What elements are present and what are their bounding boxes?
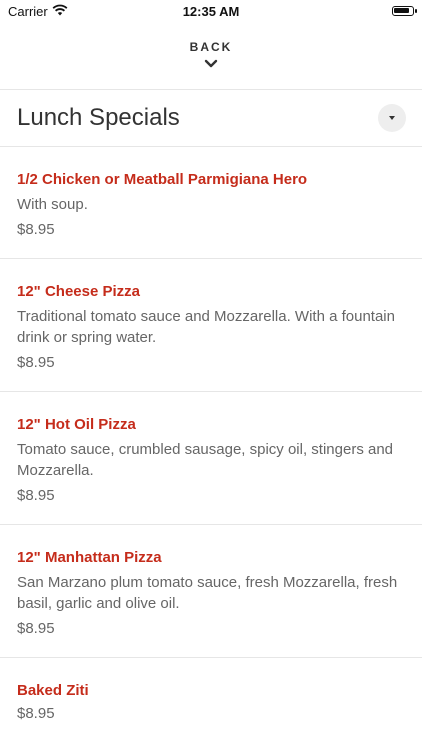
menu-item-name: 12" Cheese Pizza <box>17 283 141 300</box>
back-button[interactable]: BACK <box>0 36 422 88</box>
dropdown-triangle-icon <box>389 116 395 120</box>
status-bar: Carrier 12:35 AM <box>0 0 422 24</box>
menu-item-price: $8.95 <box>17 620 55 637</box>
menu-item-price: $8.95 <box>17 354 55 371</box>
menu-item-name: Baked Ziti <box>17 682 89 699</box>
menu-item[interactable]: 1/2 Chicken or Meatball Parmigiana Hero W… <box>0 146 422 258</box>
battery-fill <box>394 8 409 13</box>
menu-item-name: 12" Hot Oil Pizza <box>17 416 136 433</box>
section-dropdown-button[interactable] <box>378 104 406 132</box>
clock: 12:35 AM <box>182 4 240 19</box>
chevron-down-icon <box>0 56 422 74</box>
section-header: Lunch Specials <box>0 90 422 146</box>
menu-item-description: Traditional tomato sauce and Mozzarella.… <box>17 308 395 346</box>
menu-item-description: With soup. <box>17 196 88 213</box>
menu-item-price: $8.95 <box>17 705 55 722</box>
menu-item-name: 1/2 Chicken or Meatball Parmigiana Hero <box>17 171 308 188</box>
section-title: Lunch Specials <box>17 104 180 131</box>
menu-item[interactable]: 12" Hot Oil Pizza Tomato sauce, crumbled … <box>0 391 422 524</box>
menu-item-description: San Marzano plum tomato sauce, fresh Moz… <box>17 574 398 612</box>
battery-icon <box>392 6 417 16</box>
menu-item[interactable]: 12" Cheese Pizza Traditional tomato sauce… <box>0 258 422 391</box>
menu-list: 1/2 Chicken or Meatball Parmigiana Hero W… <box>0 146 422 742</box>
menu-item-description: Tomato sauce, crumbled sausage, spicy oi… <box>17 441 394 479</box>
menu-item[interactable]: Baked Ziti $8.95 <box>0 657 422 742</box>
menu-item[interactable]: 12" Manhattan Pizza San Marzano plum toma… <box>0 524 422 657</box>
menu-item-name: 12" Manhattan Pizza <box>17 549 162 566</box>
back-label: BACK <box>189 40 233 54</box>
menu-item-price: $8.95 <box>17 487 55 504</box>
menu-item-price: $8.95 <box>17 221 55 238</box>
